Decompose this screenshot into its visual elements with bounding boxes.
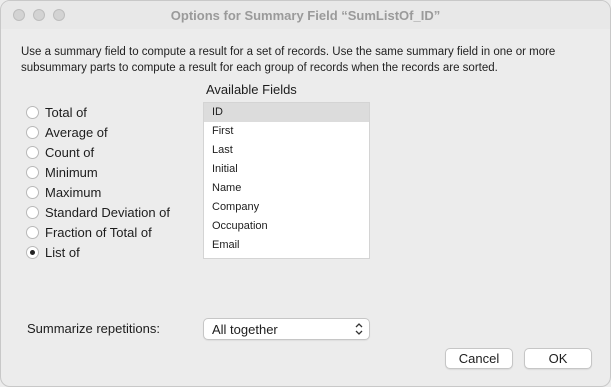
radio-button-icon[interactable] <box>26 225 39 239</box>
radio-button-icon[interactable] <box>26 125 39 139</box>
field-item-email[interactable]: Email <box>204 236 369 255</box>
field-item-initial[interactable]: Initial <box>204 160 369 179</box>
updown-chevron-icon <box>355 323 363 335</box>
available-fields-label: Available Fields <box>206 82 297 97</box>
field-item-name[interactable]: Name <box>204 179 369 198</box>
field-item-last[interactable]: Last <box>204 141 369 160</box>
radio-list-of[interactable]: List of <box>26 242 170 262</box>
radio-button-checked-icon[interactable] <box>26 245 39 259</box>
field-item-company[interactable]: Company <box>204 198 369 217</box>
radio-average-of[interactable]: Average of <box>26 122 170 142</box>
radio-standard-deviation-of[interactable]: Standard Deviation of <box>26 202 170 222</box>
radio-total-of[interactable]: Total of <box>26 102 170 122</box>
radio-label: Fraction of Total of <box>45 224 152 240</box>
summarize-repetitions-select[interactable]: All together <box>203 318 370 340</box>
field-item-first[interactable]: First <box>204 122 369 141</box>
radio-button-icon[interactable] <box>26 105 39 119</box>
radio-label: Minimum <box>45 164 98 180</box>
dialog-description: Use a summary field to compute a result … <box>21 46 556 74</box>
cancel-button[interactable]: Cancel <box>445 348 513 369</box>
radio-fraction-of-total-of[interactable]: Fraction of Total of <box>26 222 170 242</box>
available-fields-list[interactable]: ID First Last Initial Name Company Occup… <box>203 102 370 259</box>
summarize-repetitions-label: Summarize repetitions: <box>27 321 160 336</box>
radio-button-icon[interactable] <box>26 205 39 219</box>
window-title: Options for Summary Field “SumListOf_ID” <box>170 8 441 23</box>
radio-label: Standard Deviation of <box>45 204 171 220</box>
summary-options-dialog: Options for Summary Field “SumListOf_ID”… <box>0 0 611 387</box>
radio-label: Maximum <box>45 184 102 200</box>
radio-label: List of <box>45 244 80 260</box>
select-value: All together <box>212 322 278 337</box>
summary-type-radio-group: Total of Average of Count of Minimum Max… <box>26 102 170 262</box>
field-item-occupation[interactable]: Occupation <box>204 217 369 236</box>
radio-minimum[interactable]: Minimum <box>26 162 170 182</box>
radio-button-icon[interactable] <box>26 165 39 179</box>
radio-label: Total of <box>45 104 87 120</box>
ok-button[interactable]: OK <box>524 348 592 369</box>
field-item-id[interactable]: ID <box>204 103 369 122</box>
radio-label: Average of <box>45 124 108 140</box>
radio-count-of[interactable]: Count of <box>26 142 170 162</box>
radio-maximum[interactable]: Maximum <box>26 182 170 202</box>
radio-button-icon[interactable] <box>26 185 39 199</box>
radio-label: Count of <box>45 144 95 160</box>
radio-button-icon[interactable] <box>26 145 39 159</box>
title-bar: Options for Summary Field “SumListOf_ID” <box>1 1 610 29</box>
